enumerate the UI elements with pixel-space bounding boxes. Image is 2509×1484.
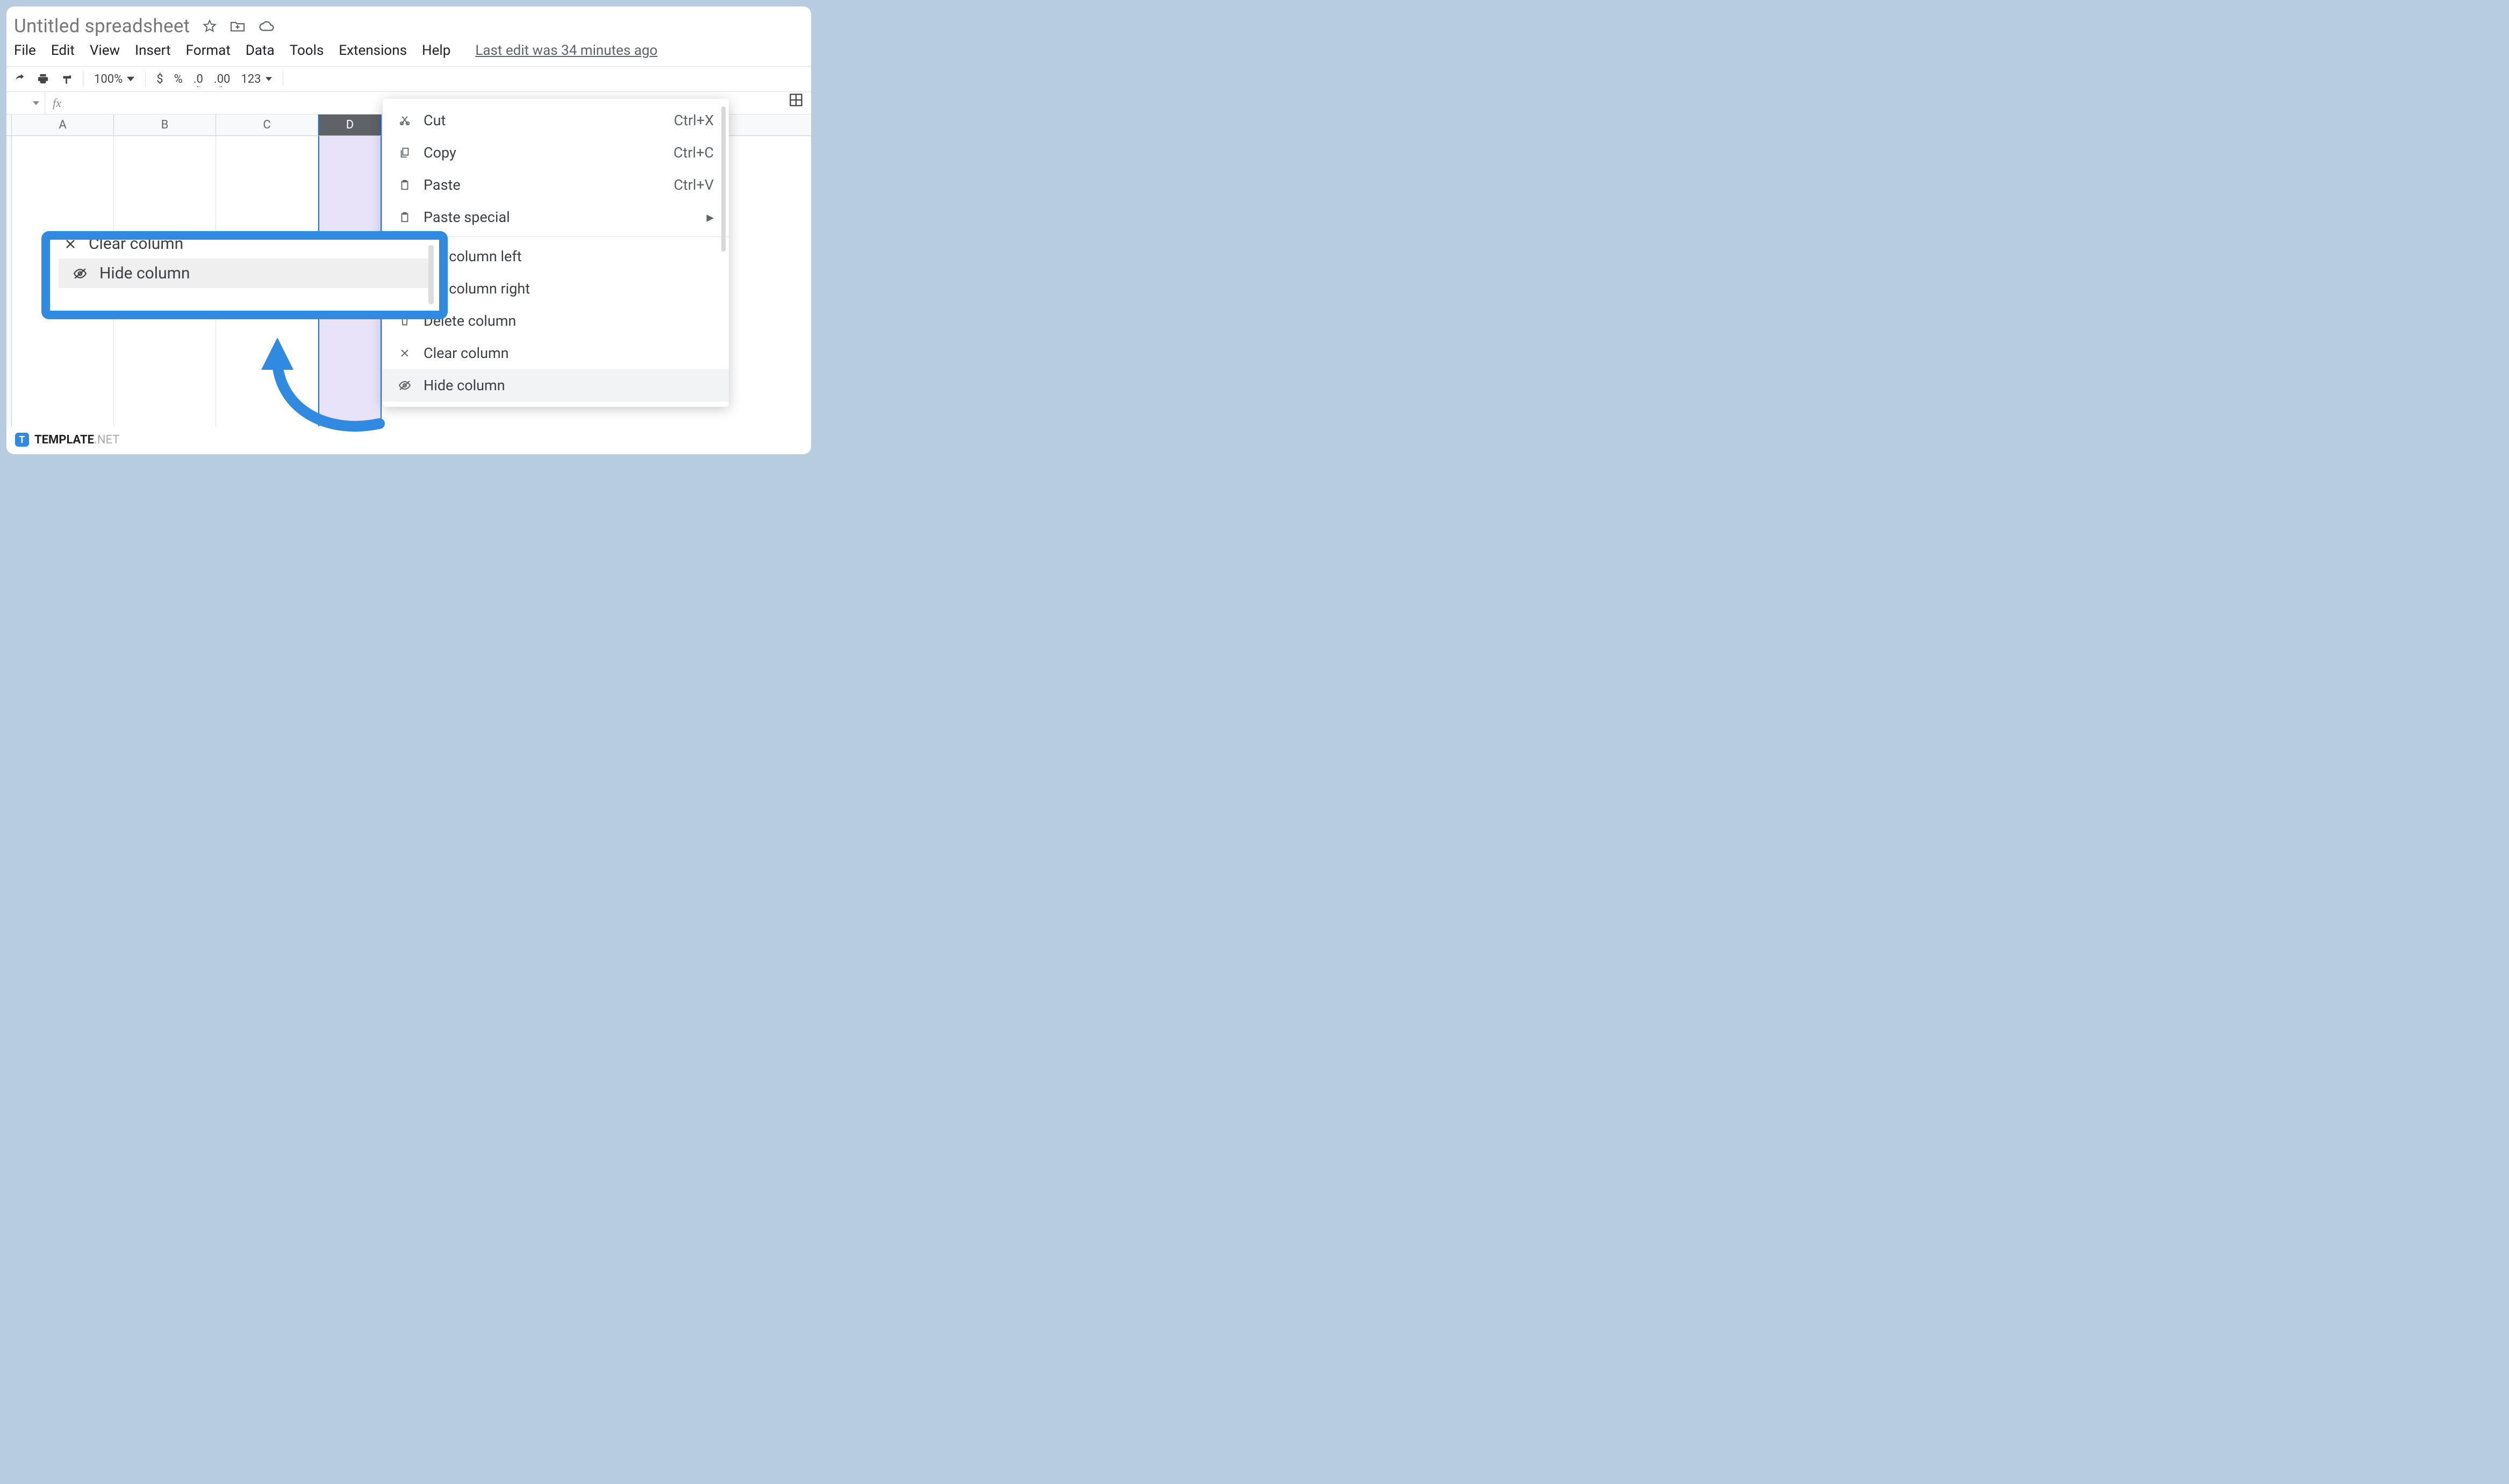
formula-bar-label: fx [45, 96, 61, 110]
move-folder-icon[interactable] [230, 20, 246, 33]
print-icon[interactable] [37, 73, 49, 85]
toolbar: 100% $ % .0← .00→ 123 [6, 66, 811, 92]
menu-help[interactable]: Help [422, 42, 450, 59]
watermark-badge: T [15, 433, 29, 447]
zoom-dropdown[interactable]: 100% [94, 73, 134, 86]
context-paste-special[interactable]: Paste special ▸ [383, 201, 729, 233]
menu-insert[interactable]: Insert [135, 42, 171, 59]
context-clear-column[interactable]: Clear column [383, 337, 729, 369]
menu-data[interactable]: Data [246, 42, 275, 59]
context-cut-label: Cut [424, 112, 446, 129]
menu-tools[interactable]: Tools [290, 42, 324, 59]
context-copy-label: Copy [424, 144, 456, 161]
column-header-b[interactable]: B [114, 114, 216, 135]
callout-clear-label: Clear column [89, 234, 183, 253]
submenu-arrow-icon: ▸ [706, 209, 714, 226]
cut-icon [398, 114, 412, 126]
menu-view[interactable]: View [90, 42, 120, 59]
context-cut-shortcut: Ctrl+X [674, 112, 714, 129]
watermark-suffix: .NET [94, 433, 119, 447]
context-hide-label: Hide column [424, 377, 505, 394]
context-hide-column[interactable]: Hide column [383, 369, 729, 402]
paste-icon [398, 179, 412, 191]
menu-format[interactable]: Format [186, 42, 231, 59]
select-all-corner[interactable] [6, 114, 12, 135]
menu-file[interactable]: File [14, 42, 36, 59]
borders-icon[interactable] [788, 92, 804, 107]
watermark-brand: TEMPLATE [34, 433, 94, 447]
eye-off-icon [398, 380, 412, 391]
scrollbar[interactable] [428, 245, 434, 304]
row-headers[interactable] [6, 136, 12, 426]
menu-extensions[interactable]: Extensions [339, 42, 407, 59]
document-title[interactable]: Untitled spreadsheet [14, 15, 190, 37]
currency-button[interactable]: $ [156, 73, 163, 86]
close-icon [398, 348, 412, 359]
paste-special-icon [398, 211, 412, 223]
menu-edit[interactable]: Edit [51, 42, 75, 59]
context-copy-shortcut: Ctrl+C [673, 144, 714, 161]
context-copy[interactable]: Copy Ctrl+C [383, 137, 729, 169]
callout-hide-column[interactable]: Hide column [59, 259, 431, 288]
column-header-c[interactable]: C [216, 114, 318, 135]
cloud-status-icon[interactable] [259, 20, 275, 33]
context-paste-special-label: Paste special [424, 209, 510, 226]
context-clear-label: Clear column [424, 345, 509, 362]
paint-format-icon[interactable] [60, 73, 72, 85]
decrease-decimal-button[interactable]: .0← [193, 73, 203, 86]
eye-off-icon [73, 268, 88, 279]
separator [145, 71, 146, 87]
callout-arrow-icon [250, 332, 390, 440]
context-paste-shortcut: Ctrl+V [673, 176, 714, 193]
name-box[interactable] [6, 92, 45, 114]
scrollbar[interactable] [721, 106, 726, 252]
watermark: T TEMPLATE.NET [15, 433, 119, 447]
redo-icon[interactable] [14, 73, 26, 85]
more-formats-dropdown[interactable]: 123 [241, 73, 271, 86]
increase-decimal-button[interactable]: .00→ [214, 73, 231, 86]
context-paste-label: Paste [424, 176, 461, 193]
column-header-a[interactable]: A [12, 114, 114, 135]
column-header-d[interactable]: D [318, 114, 382, 135]
star-icon[interactable] [203, 19, 217, 33]
percent-button[interactable]: % [174, 73, 183, 86]
callout-clear-column[interactable]: Clear column [50, 231, 439, 259]
copy-icon [398, 147, 412, 159]
last-edit-link[interactable]: Last edit was 34 minutes ago [475, 42, 657, 59]
menu-bar: File Edit View Insert Format Data Tools … [6, 39, 811, 66]
callout-overlay: Clear column Hide column [41, 231, 448, 319]
context-paste[interactable]: Paste Ctrl+V [383, 169, 729, 201]
callout-hide-label: Hide column [99, 264, 190, 283]
close-icon [64, 238, 77, 250]
context-cut[interactable]: Cut Ctrl+X [383, 104, 729, 137]
